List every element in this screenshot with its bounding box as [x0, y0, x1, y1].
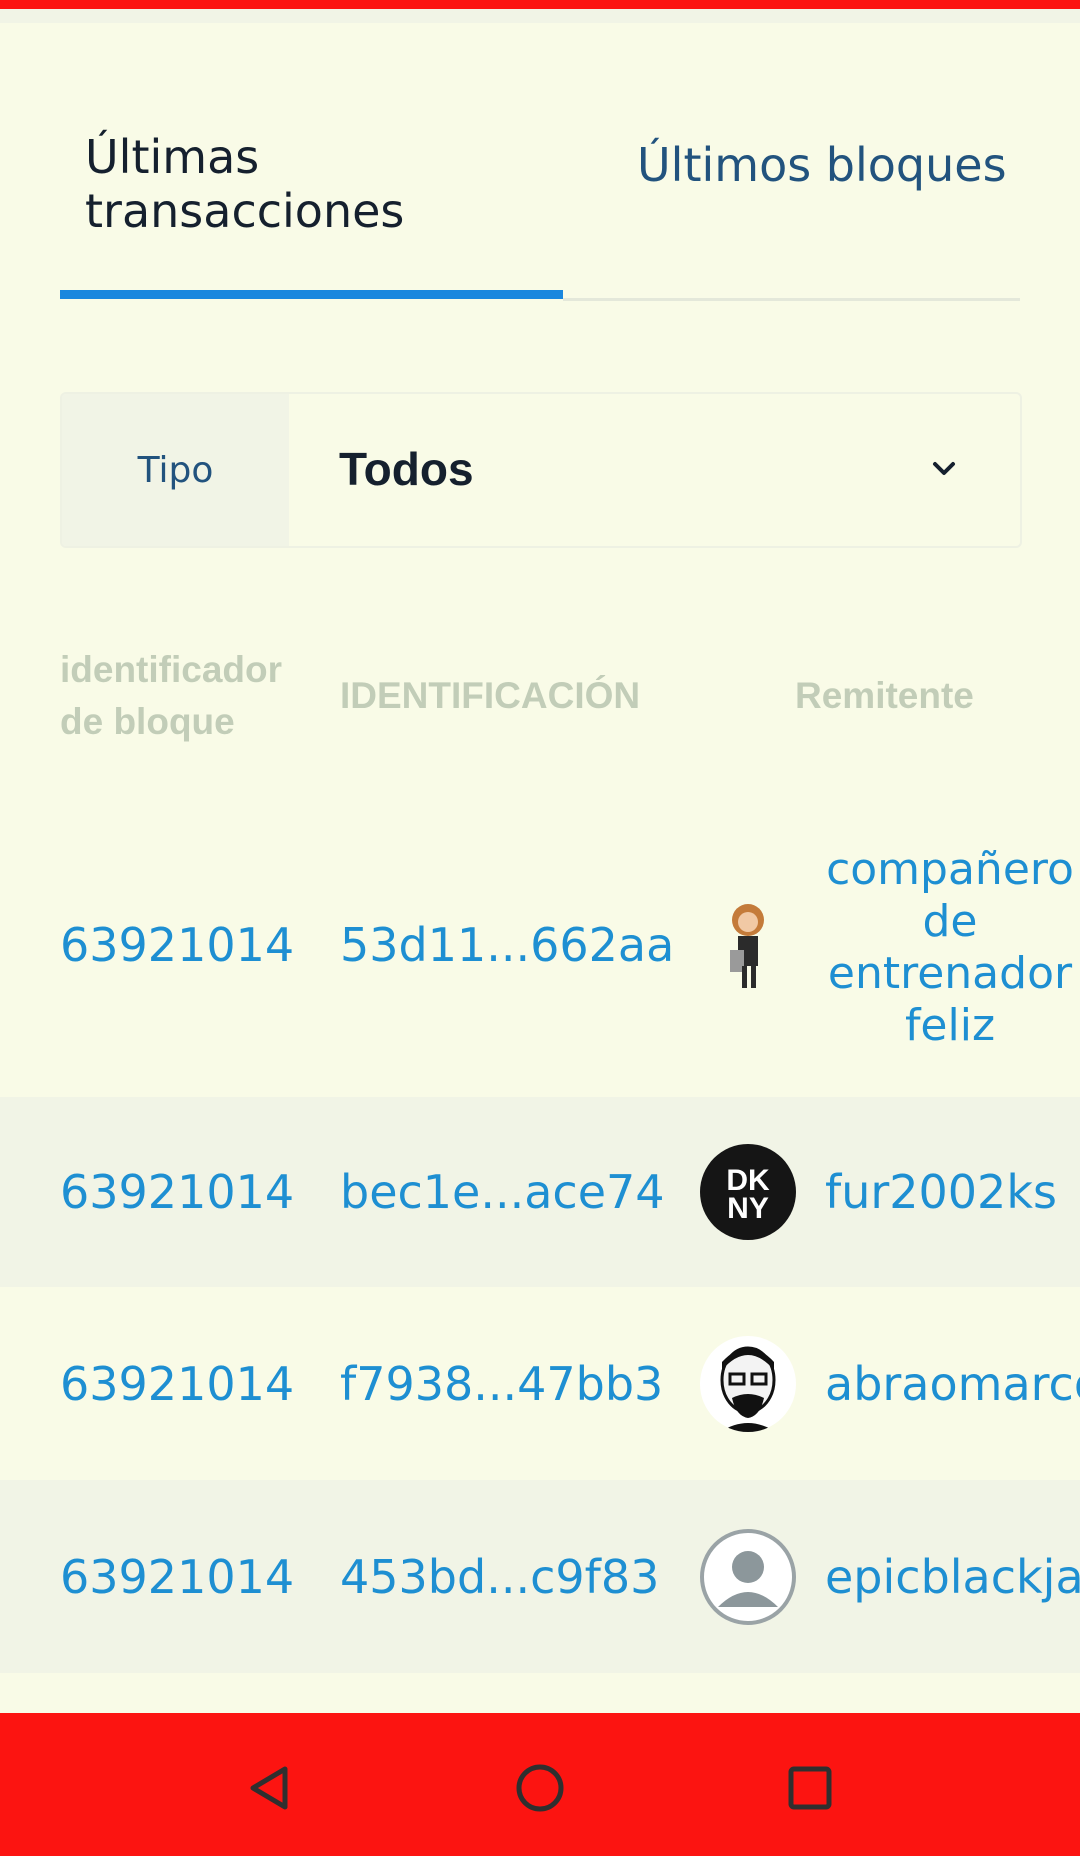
recents-square-icon [788, 1766, 832, 1810]
block-id-link[interactable]: 63921014 [60, 1165, 294, 1219]
status-bar [0, 0, 1080, 9]
table-row: 63921014 453bd...c9f83 epicblackjac [0, 1480, 1080, 1673]
type-select[interactable]: Todos [289, 394, 1020, 546]
type-select-value: Todos [339, 443, 474, 495]
dkny-logo-avatar-icon[interactable]: DK NY [700, 1144, 796, 1240]
tab-divider [563, 298, 1020, 301]
header-strip [0, 9, 1080, 23]
table-row: 63921014 f7938...47bb3 abraomarco [0, 1287, 1080, 1480]
block-id-link[interactable]: 63921014 [60, 1550, 294, 1604]
transaction-id-link[interactable]: bec1e...ace74 [340, 1165, 665, 1219]
bearded-man-avatar-icon[interactable] [700, 1336, 796, 1432]
recents-button[interactable] [760, 1738, 860, 1838]
home-circle-icon [516, 1764, 564, 1812]
filter-label: Tipo [137, 449, 214, 491]
tab-bar: Últimas transacciones Últimos bloques [60, 120, 1020, 301]
sender-link[interactable]: abraomarco [825, 1357, 1080, 1411]
character-avatar-icon[interactable] [700, 898, 796, 994]
chevron-down-icon [933, 462, 955, 475]
sender-link[interactable]: compañero de entrenador feliz [820, 844, 1080, 1052]
tab-latest-transactions[interactable]: Últimas transacciones [60, 120, 563, 300]
dkny-text-bottom: NY [727, 1192, 769, 1225]
type-filter: Tipo Todos [60, 392, 1022, 548]
transaction-id-link[interactable]: f7938...47bb3 [340, 1357, 663, 1411]
filter-label-cell: Tipo [62, 394, 289, 546]
column-header-block-id: identificador de bloque [60, 649, 283, 742]
column-header-sender: Remitente [795, 675, 974, 716]
transaction-id-link[interactable]: 53d11...662aa [340, 918, 674, 972]
back-button[interactable] [220, 1738, 320, 1838]
home-button[interactable] [490, 1738, 590, 1838]
transaction-id-link[interactable]: 453bd...c9f83 [340, 1550, 659, 1604]
column-header-id: IDENTIFICACIÓN [340, 675, 641, 716]
block-id-link[interactable]: 63921014 [60, 1357, 294, 1411]
system-navigation-bar [0, 1713, 1080, 1856]
sender-link[interactable]: epicblackjac [825, 1550, 1080, 1604]
default-user-avatar-icon[interactable] [700, 1529, 796, 1625]
tab-label: Últimos bloques [637, 138, 1007, 192]
active-tab-indicator [60, 290, 563, 299]
block-id-link[interactable]: 63921014 [60, 918, 294, 972]
table-row: 63921014 bec1e...ace74 DK NY fur2002ks [0, 1097, 1080, 1287]
sender-link[interactable]: fur2002ks [825, 1165, 1057, 1219]
back-triangle-icon [250, 1766, 288, 1810]
tab-latest-blocks[interactable]: Últimos bloques [630, 120, 1020, 300]
tab-label: Últimas transacciones [85, 130, 405, 238]
table-row: 63921014 53d11...662aa compañero de entr… [0, 820, 1080, 1097]
